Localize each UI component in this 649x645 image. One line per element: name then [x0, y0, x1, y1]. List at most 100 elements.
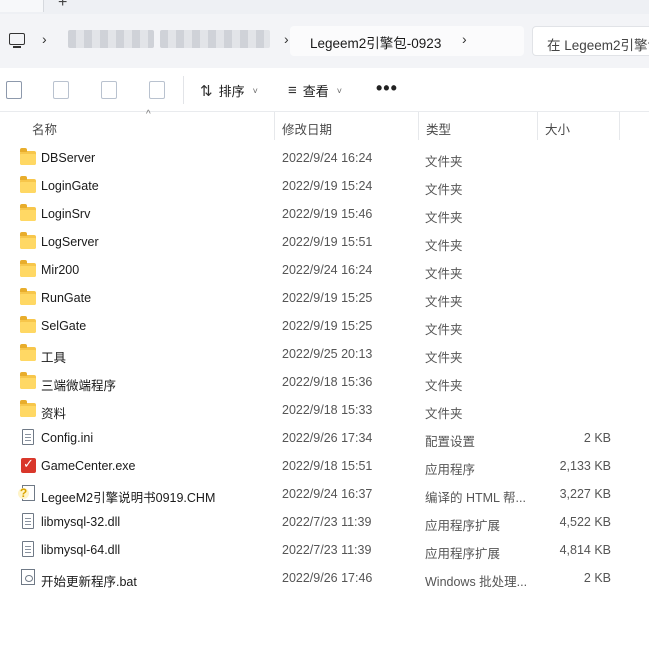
file-date: 2022/7/23 11:39: [282, 515, 372, 529]
delete-icon[interactable]: [149, 81, 165, 99]
folder-icon: [20, 400, 36, 417]
file-type: Windows 批处理...: [425, 575, 528, 589]
file-type: 文件夹: [425, 379, 463, 393]
breadcrumb-redacted-2[interactable]: [160, 30, 270, 48]
file-date: 2022/9/24 16:24: [282, 151, 373, 165]
folder-icon: [20, 344, 36, 361]
folder-icon: [20, 176, 36, 193]
folder-icon: [20, 232, 36, 249]
file-date: 2022/9/26 17:34: [282, 431, 373, 445]
breadcrumb-expand-chevron[interactable]: ›: [462, 31, 467, 47]
file-icon: [22, 429, 34, 445]
view-label: 查看: [302, 84, 329, 99]
search-input[interactable]: 在 Legeem2引擎包-0923 中搜索: [532, 26, 649, 56]
file-date: 2022/9/26 17:46: [282, 571, 373, 585]
file-row[interactable]: libmysql-32.dll 2022/7/23 11:39 应用程序扩展 4,52…: [0, 508, 649, 536]
folder-icon: [20, 204, 36, 221]
file-type: 应用程序扩展: [425, 519, 501, 533]
file-row[interactable]: SelGate 2022/9/19 15:25 文件夹: [0, 312, 649, 340]
column-header-name-label: 名称: [32, 123, 58, 137]
file-name: LegeeM2引擎说明书0919.CHM: [41, 491, 216, 505]
file-name: Config.ini: [41, 431, 94, 445]
active-tab[interactable]: [0, 0, 44, 12]
file-row[interactable]: 三端微端程序 2022/9/18 15:36 文件夹: [0, 368, 649, 396]
file-name: libmysql-64.dll: [41, 543, 121, 557]
file-row[interactable]: Mir200 2022/9/24 16:24 文件夹: [0, 256, 649, 284]
file-row[interactable]: Config.ini 2022/9/26 17:34 配置设置 2 KB: [0, 424, 649, 452]
file-date: 2022/9/19 15:51: [282, 235, 373, 249]
more-options-button[interactable]: •••: [376, 78, 398, 99]
file-name: GameCenter.exe: [41, 459, 136, 473]
file-name: RunGate: [41, 291, 92, 305]
sort-label: 排序: [218, 84, 245, 99]
breadcrumb-redacted-1[interactable]: [68, 30, 154, 48]
column-header-type-label: 类型: [426, 123, 452, 137]
command-bar: ⇅ 排序 ˅ ≡ 查看 ˅ •••: [0, 68, 649, 112]
file-type: 文件夹: [425, 407, 463, 421]
file-date: 2022/9/18 15:33: [282, 403, 373, 417]
column-header-row: ^ 名称 修改日期 类型 大小: [0, 109, 649, 140]
sort-icon: ⇅: [200, 82, 213, 100]
file-name: LoginGate: [41, 179, 99, 193]
file-size: 2,133 KB: [559, 459, 611, 473]
file-row[interactable]: libmysql-64.dll 2022/7/23 11:39 应用程序扩展 4,81…: [0, 536, 649, 564]
file-type: 文件夹: [425, 295, 463, 309]
file-date: 2022/9/18 15:51: [282, 459, 373, 473]
column-header-date-label: 修改日期: [282, 123, 333, 137]
file-name: libmysql-32.dll: [41, 515, 121, 529]
breadcrumb-separator[interactable]: ›: [42, 31, 47, 47]
chevron-down-icon: ˅: [252, 85, 258, 96]
this-pc-icon[interactable]: [9, 33, 25, 48]
column-header-date[interactable]: 修改日期: [274, 112, 419, 140]
file-icon: [22, 513, 34, 529]
file-size: 2 KB: [583, 431, 611, 445]
copy-icon[interactable]: [6, 81, 22, 99]
file-name: LogServer: [41, 235, 99, 249]
breadcrumb-current-folder[interactable]: Legeem2引擎包-0923: [310, 32, 441, 52]
breadcrumb-separator[interactable]: ›: [284, 31, 289, 47]
sort-button[interactable]: ⇅ 排序 ˅: [200, 81, 258, 100]
file-date: 2022/9/19 15:24: [282, 179, 373, 193]
file-name: 开始更新程序.bat: [41, 575, 137, 589]
file-size: 3,227 KB: [559, 487, 611, 501]
folder-icon: [20, 372, 36, 389]
file-type: 文件夹: [425, 351, 463, 365]
file-row[interactable]: GameCenter.exe 2022/9/18 15:51 应用程序 2,133 K…: [0, 452, 649, 480]
rename-icon[interactable]: [53, 81, 69, 99]
file-row[interactable]: RunGate 2022/9/19 15:25 文件夹: [0, 284, 649, 312]
folder-icon: [20, 148, 36, 165]
column-header-size-label: 大小: [545, 123, 571, 137]
folder-icon: [20, 288, 36, 305]
view-button[interactable]: ≡ 查看 ˅: [288, 81, 342, 100]
file-row[interactable]: LogServer 2022/9/19 15:51 文件夹: [0, 228, 649, 256]
folder-icon: [20, 260, 36, 277]
column-header-size[interactable]: 大小: [537, 112, 620, 140]
file-type: 文件夹: [425, 183, 463, 197]
bat-icon: [21, 569, 35, 585]
file-row[interactable]: LoginSrv 2022/9/19 15:46 文件夹: [0, 200, 649, 228]
tab-strip: +: [0, 0, 649, 14]
file-type: 文件夹: [425, 267, 463, 281]
file-type: 应用程序扩展: [425, 547, 501, 561]
file-row[interactable]: 资料 2022/9/18 15:33 文件夹: [0, 396, 649, 424]
file-name: 资料: [41, 407, 67, 421]
file-row[interactable]: 开始更新程序.bat 2022/9/26 17:46 Windows 批处理... 2…: [0, 564, 649, 592]
new-tab-button[interactable]: +: [58, 0, 67, 12]
file-row[interactable]: LegeeM2引擎说明书0919.CHM 2022/9/24 16:37 编译的 H…: [0, 480, 649, 508]
file-date: 2022/9/19 15:46: [282, 207, 373, 221]
file-row[interactable]: LoginGate 2022/9/19 15:24 文件夹: [0, 172, 649, 200]
file-date: 2022/9/18 15:36: [282, 375, 373, 389]
address-bar: › › Legeem2引擎包-0923 › 在 Legeem2引擎包-0923 …: [0, 14, 649, 68]
column-header-type[interactable]: 类型: [418, 112, 538, 140]
share-icon[interactable]: [101, 81, 117, 99]
file-row[interactable]: 工具 2022/9/25 20:13 文件夹: [0, 340, 649, 368]
column-header-name[interactable]: 名称: [24, 112, 275, 140]
file-type: 编译的 HTML 帮...: [425, 491, 526, 505]
file-date: 2022/9/19 15:25: [282, 319, 373, 333]
folder-icon: [20, 316, 36, 333]
file-type: 配置设置: [425, 435, 476, 449]
file-row[interactable]: DBServer 2022/9/24 16:24 文件夹: [0, 144, 649, 172]
exe-icon: [21, 456, 36, 473]
file-name: SelGate: [41, 319, 87, 333]
file-name: 三端微端程序: [41, 379, 117, 393]
